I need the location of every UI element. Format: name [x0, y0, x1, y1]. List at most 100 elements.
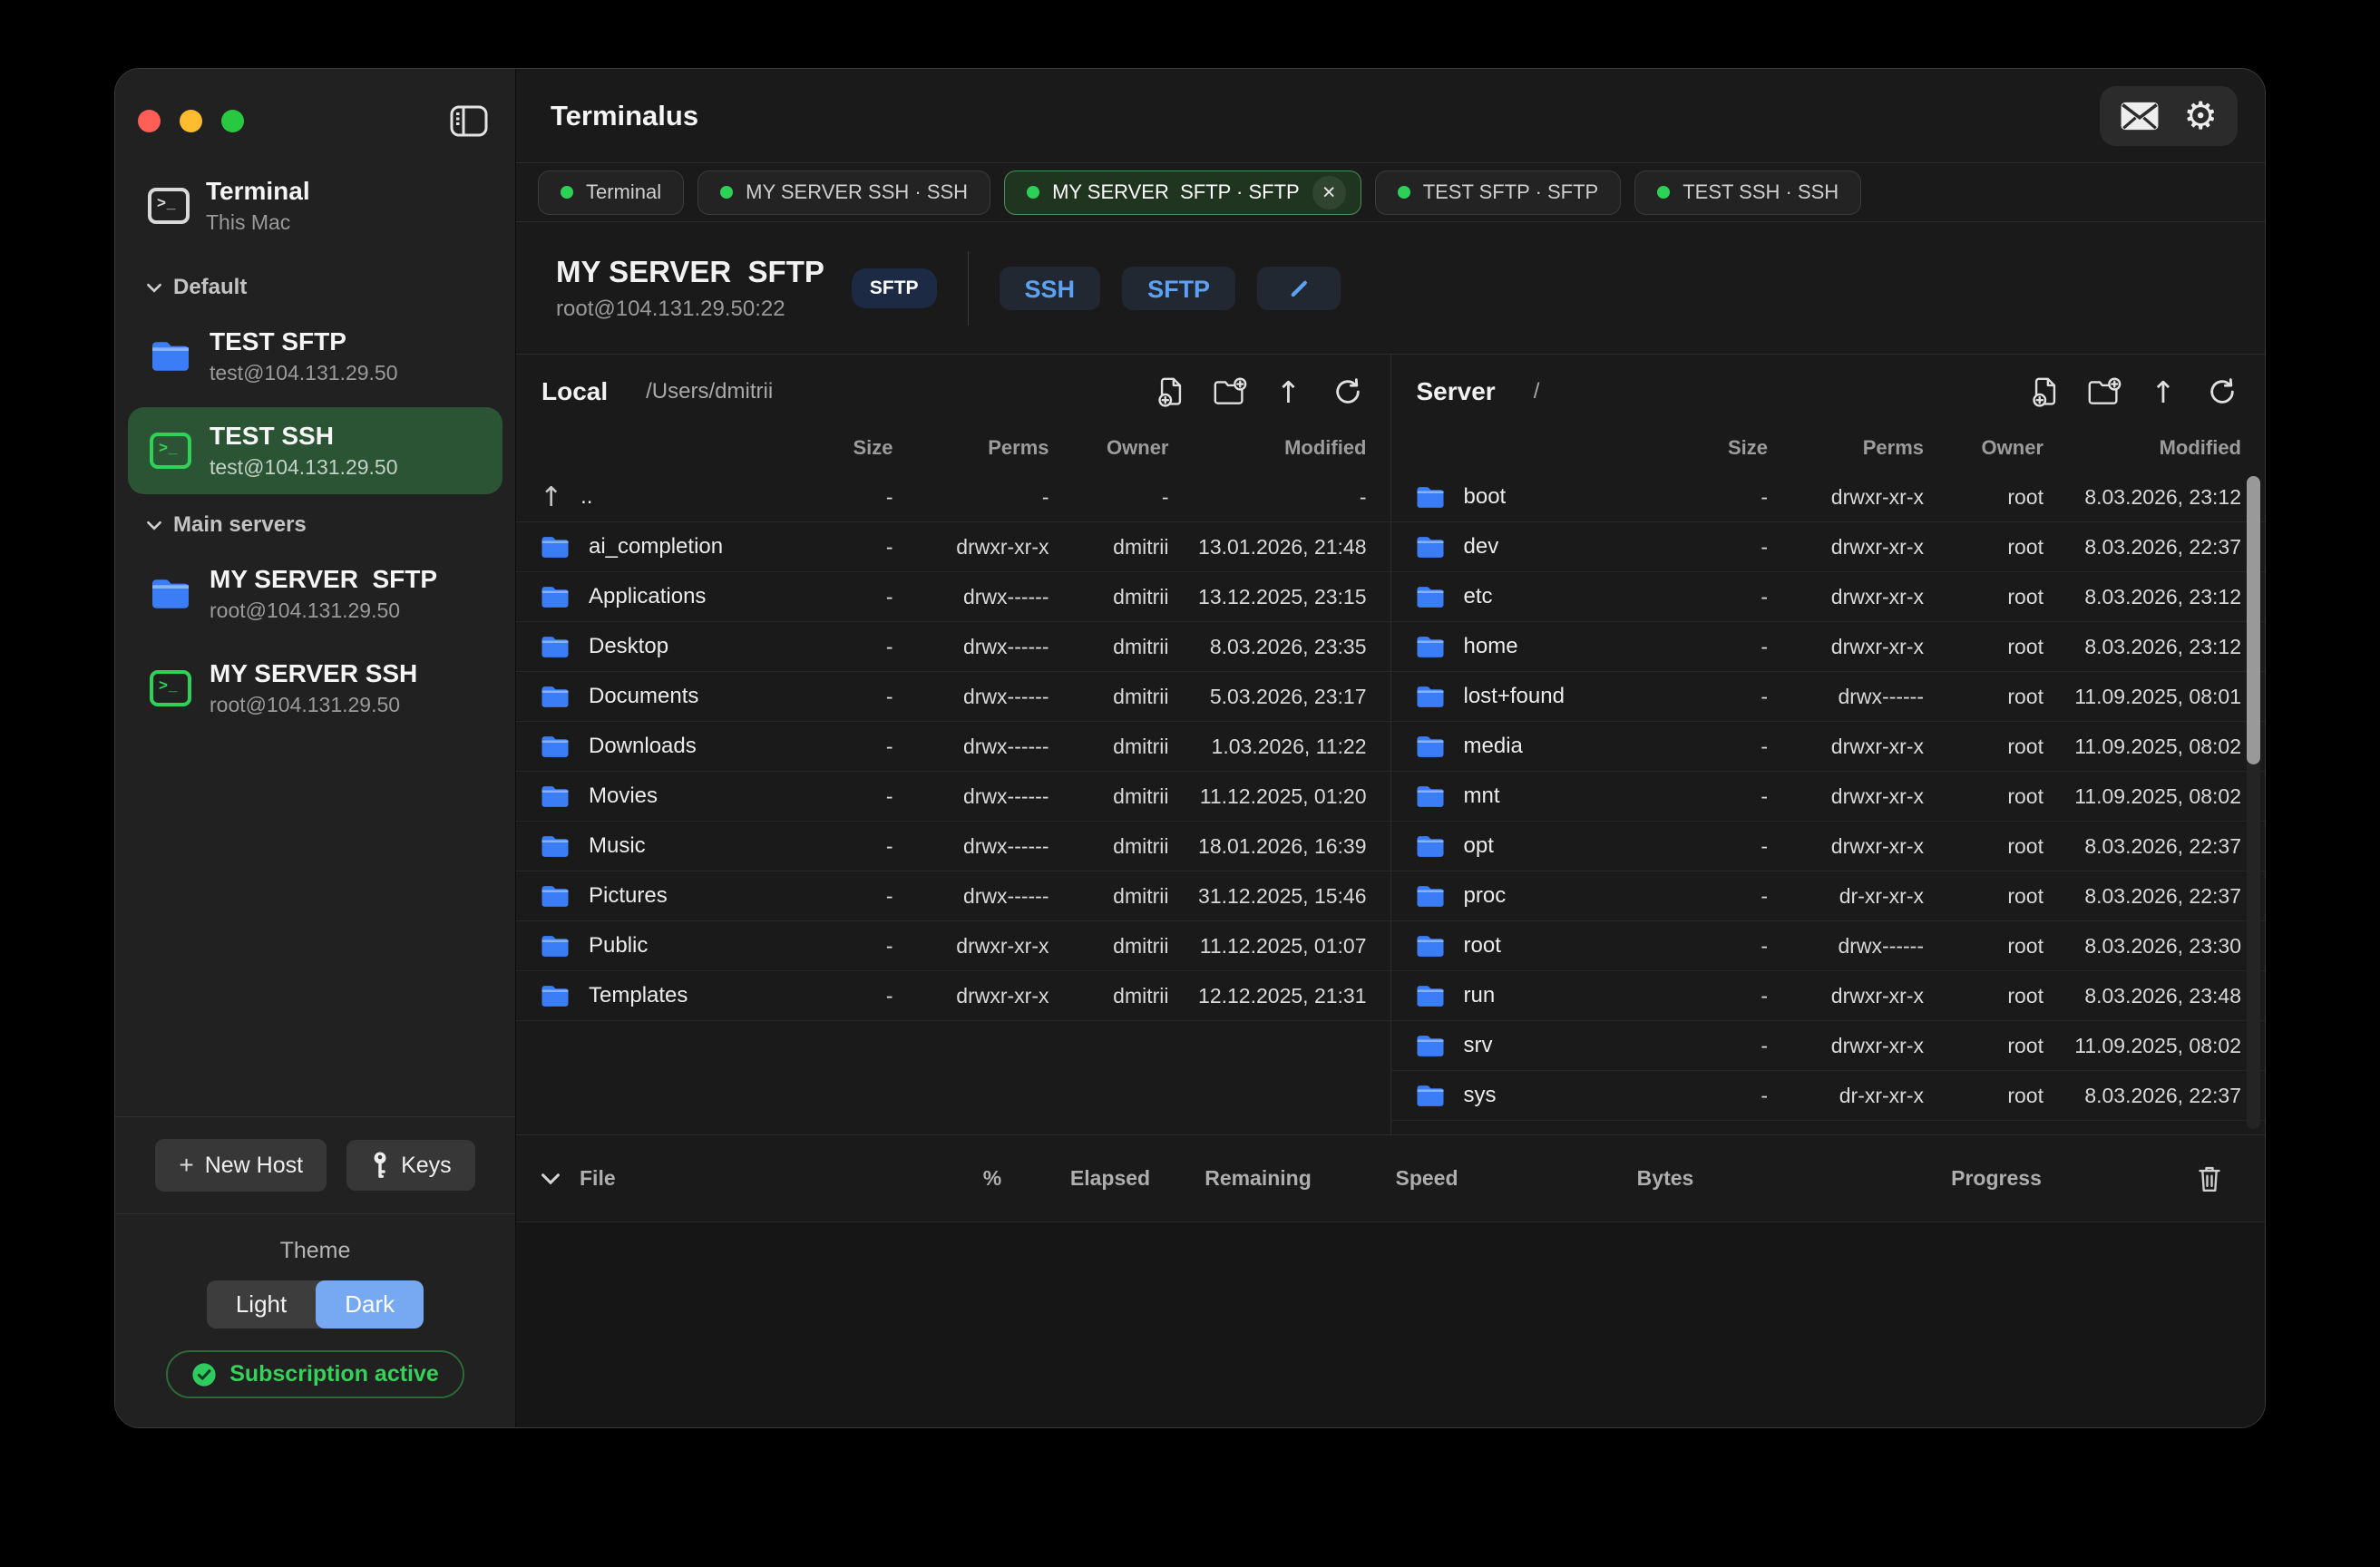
file-row[interactable]: ↑ dev - drwxr-xr-x root 8.03.2026, 22:37: [1391, 522, 2266, 572]
file-row[interactable]: ↑ home - drwxr-xr-x root 8.03.2026, 23:1…: [1391, 622, 2266, 672]
sidebar-host-item[interactable]: TEST SFTP test@104.131.29.50: [128, 313, 502, 400]
open-ssh-button[interactable]: SSH: [1000, 267, 1101, 310]
column-header[interactable]: Modified: [1169, 436, 1367, 460]
file-row[interactable]: ↑ root - drwx------ root 8.03.2026, 23:3…: [1391, 921, 2266, 971]
file-row[interactable]: ↑ opt - drwxr-xr-x root 8.03.2026, 22:37: [1391, 822, 2266, 871]
sidebar-host-item[interactable]: >_ TEST SSH test@104.131.29.50: [128, 407, 502, 494]
up-directory-icon[interactable]: ↑: [1272, 375, 1306, 409]
theme-light-option[interactable]: Light: [207, 1280, 316, 1329]
file-row[interactable]: ↑ Public - drwxr-xr-x dmitrii 11.12.2025…: [516, 921, 1390, 971]
theme-dark-option[interactable]: Dark: [316, 1280, 424, 1329]
file-row[interactable]: ↑ Downloads - drwx------ dmitrii 1.03.20…: [516, 722, 1390, 772]
file-size: -: [1668, 1134, 1768, 1135]
file-row[interactable]: ↑ Documents - drwx------ dmitrii 5.03.20…: [516, 672, 1390, 722]
host-title: MY SERVER SSH: [210, 659, 417, 688]
file-row[interactable]: ↑ lost+found - drwx------ root 11.09.202…: [1391, 672, 2266, 722]
keys-button[interactable]: Keys: [346, 1140, 475, 1191]
file-row[interactable]: ↑ Movies - drwx------ dmitrii 11.12.2025…: [516, 772, 1390, 822]
sidebar-group-header[interactable]: Main servers: [115, 503, 515, 547]
settings-gear-icon[interactable]: ⚙: [2183, 97, 2218, 135]
zoom-window-button[interactable]: [221, 110, 244, 132]
column-header[interactable]: Owner: [1924, 436, 2043, 460]
refresh-icon[interactable]: [2205, 375, 2239, 409]
sidebar-host-item[interactable]: >_ MY SERVER SSH root@104.131.29.50: [128, 645, 502, 732]
scrollbar-thumb[interactable]: [2247, 476, 2260, 764]
ssh-terminal-icon: >_: [150, 670, 191, 706]
column-header[interactable]: Modified: [2043, 436, 2241, 460]
sidebar-host-item[interactable]: MY SERVER SFTP root@104.131.29.50: [128, 550, 502, 638]
sidebar-group-header[interactable]: Default: [115, 266, 515, 309]
file-name: Public: [589, 933, 648, 959]
close-window-button[interactable]: [138, 110, 161, 132]
server-column-headers: SizePermsOwnerModified: [1391, 409, 2266, 472]
connection-tab[interactable]: MY SERVER SSH · SSH ×: [697, 170, 990, 215]
new-host-button[interactable]: + New Host: [155, 1139, 327, 1192]
file-row[interactable]: ↑ Applications - drwx------ dmitrii 13.1…: [516, 572, 1390, 622]
file-row[interactable]: ↑ media - drwxr-xr-x root 11.09.2025, 08…: [1391, 722, 2266, 772]
file-perms: drwx------: [893, 784, 1049, 809]
scrollbar-track[interactable]: [2247, 476, 2260, 1129]
tab-label: MY SERVER SFTP · SFTP: [1052, 180, 1300, 204]
file-row[interactable]: ↑ boot - drwxr-xr-x root 8.03.2026, 23:1…: [1391, 472, 2266, 522]
connection-tab[interactable]: MY SERVER SFTP · SFTP ×: [1004, 170, 1361, 215]
file-perms: drwxr-xr-x: [1768, 1134, 1924, 1135]
file-row[interactable]: ↑ tmp - drwxr-xr-x root 8.03.2026, 23:41: [1391, 1121, 2266, 1134]
file-size: -: [794, 934, 893, 959]
tab-close-icon[interactable]: ×: [1312, 176, 1346, 209]
file-row[interactable]: ↑ Desktop - drwx------ dmitrii 8.03.2026…: [516, 622, 1390, 672]
file-modified: 5.03.2026, 23:17: [1169, 685, 1367, 709]
new-file-icon[interactable]: [2028, 375, 2063, 409]
file-owner: dmitrii: [1049, 934, 1169, 959]
mail-icon[interactable]: [2120, 102, 2160, 131]
tab-strip: Terminal × MY SERVER SSH · SSH × MY SERV…: [516, 162, 2265, 222]
up-directory-icon[interactable]: ↑: [2146, 375, 2180, 409]
sidebar: >_ Terminal This Mac Default TEST SFTP t…: [115, 69, 516, 1427]
file-row[interactable]: ↑ srv - drwxr-xr-x root 11.09.2025, 08:0…: [1391, 1021, 2266, 1071]
sftp-folder-icon: [150, 338, 191, 375]
file-row[interactable]: ↑ ai_completion - drwxr-xr-x dmitrii 13.…: [516, 522, 1390, 572]
collapse-transfers-icon[interactable]: [540, 1173, 580, 1185]
connection-tab[interactable]: Terminal ×: [538, 170, 684, 215]
new-folder-icon[interactable]: [2087, 375, 2122, 409]
column-header[interactable]: Size: [1668, 436, 1768, 460]
column-header[interactable]: Owner: [1049, 436, 1169, 460]
column-header[interactable]: Perms: [1768, 436, 1924, 460]
column-header[interactable]: Perms: [893, 436, 1049, 460]
server-path[interactable]: /: [1534, 379, 1540, 404]
file-row[interactable]: ↑ run - drwxr-xr-x root 8.03.2026, 23:48: [1391, 971, 2266, 1021]
host-address: test@104.131.29.50: [210, 455, 398, 480]
clear-transfers-icon[interactable]: [2178, 1164, 2241, 1192]
open-sftp-button[interactable]: SFTP: [1122, 267, 1235, 310]
file-owner: root: [1924, 635, 2043, 659]
connection-tab[interactable]: TEST SFTP · SFTP ×: [1375, 170, 1622, 215]
column-header[interactable]: Size: [794, 436, 893, 460]
file-row[interactable]: ↑ proc - dr-xr-xr-x root 8.03.2026, 22:3…: [1391, 871, 2266, 921]
local-path[interactable]: /Users/dmitrii: [646, 379, 773, 404]
file-row[interactable]: ↑ mnt - drwxr-xr-x root 11.09.2025, 08:0…: [1391, 772, 2266, 822]
file-name: ..: [580, 484, 592, 510]
file-owner: root: [1924, 1084, 2043, 1108]
file-name: home: [1464, 634, 1518, 659]
host-address: root@104.131.29.50: [210, 693, 417, 717]
file-modified: 8.03.2026, 22:37: [2043, 1084, 2241, 1108]
sidebar-toggle-icon[interactable]: [450, 105, 488, 137]
tab-label: MY SERVER SSH · SSH: [746, 180, 968, 204]
file-row[interactable]: ↑ .. - - - -: [516, 472, 1390, 522]
status-dot-icon: [1027, 186, 1039, 199]
new-folder-icon[interactable]: [1213, 375, 1247, 409]
refresh-icon[interactable]: [1331, 375, 1365, 409]
file-row[interactable]: ↑ Templates - drwxr-xr-x dmitrii 12.12.2…: [516, 971, 1390, 1021]
file-row[interactable]: ↑ Pictures - drwx------ dmitrii 31.12.20…: [516, 871, 1390, 921]
file-row[interactable]: ↑ etc - drwxr-xr-x root 8.03.2026, 23:12: [1391, 572, 2266, 622]
file-modified: 8.03.2026, 22:37: [2043, 834, 2241, 859]
edit-host-button[interactable]: [1257, 267, 1341, 310]
connection-tab[interactable]: TEST SSH · SSH ×: [1634, 170, 1861, 215]
minimize-window-button[interactable]: [180, 110, 202, 132]
file-name: Documents: [589, 684, 698, 709]
sidebar-item-local-terminal[interactable]: >_ Terminal This Mac: [115, 177, 515, 235]
transfer-col-progress: Progress: [1815, 1166, 2178, 1191]
file-perms: drwxr-xr-x: [1768, 485, 1924, 510]
file-row[interactable]: ↑ sys - dr-xr-xr-x root 8.03.2026, 22:37: [1391, 1071, 2266, 1121]
file-row[interactable]: ↑ Music - drwx------ dmitrii 18.01.2026,…: [516, 822, 1390, 871]
new-file-icon[interactable]: [1154, 375, 1188, 409]
